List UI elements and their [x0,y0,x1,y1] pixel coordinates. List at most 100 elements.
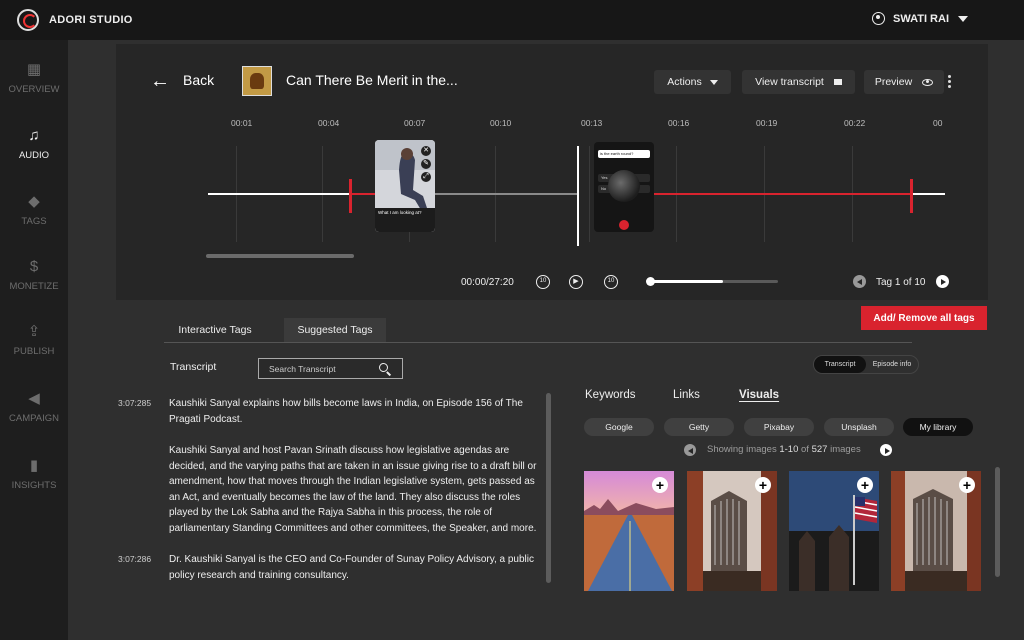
rewind-10-icon[interactable]: 10 [536,275,550,289]
timeline-tick: 00:22 [844,118,866,128]
transcript-paragraph: Kaushiki Sanyal and host Pavan Srinath d… [169,445,537,534]
transcript-info-toggle[interactable]: Transcript Episode info [813,355,919,374]
more-options-icon[interactable] [948,75,951,90]
sidebar-item-tags[interactable]: ◆ TAGS [0,193,68,228]
showing-total: 527 [811,444,828,455]
add-image-button[interactable]: + [857,477,873,493]
timeline-tick: 00:16 [668,118,690,128]
back-arrow-icon[interactable]: ← [150,71,170,91]
playback-progress[interactable] [646,277,778,286]
flag-bridge-image[interactable]: + [789,471,879,591]
next-images-button[interactable] [880,444,892,456]
globe-image [608,170,640,202]
prev-images-button[interactable] [684,444,696,456]
adori-logo-icon[interactable] [17,9,39,31]
search-icon[interactable] [379,363,388,372]
sidebar-item-monetize[interactable]: $ MONETIZE [0,259,68,293]
showing-range: 1-10 [779,444,799,455]
tab-links[interactable]: Links [673,389,700,401]
chevron-down-icon [958,15,968,22]
edit-icon[interactable]: ✎ [421,159,431,169]
forward-10-icon[interactable]: 10 [604,275,618,289]
top-bar: ADORI STUDIO SWATI RAI [0,0,1024,40]
tag-range-track[interactable] [653,193,911,195]
preview-button[interactable]: Preview [864,70,944,94]
showing-prefix: Showing images [707,444,780,455]
link-icon[interactable]: ⤢ [421,172,431,182]
timeline-track [913,193,945,195]
chevron-down-icon [709,79,718,85]
timeline-tick: 00:13 [581,118,603,128]
preview-label: Preview [874,76,913,88]
add-image-button[interactable]: + [652,477,668,493]
user-menu[interactable]: SWATI RAI [871,12,968,25]
tag-range-track[interactable] [434,193,578,195]
add-image-button[interactable]: + [959,477,975,493]
images-scrollbar[interactable] [995,467,1000,577]
source-my-library[interactable]: My library [903,418,973,436]
toggle-episode-info[interactable]: Episode info [866,356,918,373]
grid-icon: ▦ [26,61,42,78]
next-tag-button[interactable] [936,275,949,288]
episode-title: Can There Be Merit in the... [286,72,458,88]
bridge-image[interactable]: + [687,471,777,591]
actions-button[interactable]: Actions [654,70,731,94]
playhead[interactable] [577,146,579,246]
sidebar-item-publish[interactable]: ⇪ PUBLISH [0,324,68,358]
bar-chart-icon: ▮ [29,457,39,474]
tag-end-handle[interactable] [910,179,913,213]
timeline-tick: 00:07 [404,118,426,128]
sidebar-item-label: AUDIO [18,150,50,161]
source-pixabay[interactable]: Pixabay [744,418,814,436]
source-unsplash[interactable]: Unsplash [824,418,894,436]
tab-suggested-tags[interactable]: Suggested Tags [284,318,386,342]
record-icon [619,220,629,230]
close-icon[interactable]: ✕ [421,146,431,156]
play-button[interactable]: ▶ [569,275,583,289]
tag-range-track[interactable] [351,193,375,195]
sidebar-item-overview[interactable]: ▦ OVERVIEW [0,61,68,96]
timeline-tick: 00 [933,118,943,128]
tag-card-image[interactable]: ✕ ✎ ⤢ What I am looking at? [375,140,435,232]
source-google[interactable]: Google [584,418,654,436]
tag-card-caption: What I am looking at? [378,210,422,215]
tab-keywords[interactable]: Keywords [585,389,636,401]
progress-fill [648,280,724,283]
tag-start-handle[interactable] [349,179,352,213]
timeline-tick: 00:19 [756,118,778,128]
add-remove-all-tags-button[interactable]: Add/ Remove all tags [861,306,987,330]
toggle-transcript[interactable]: Transcript [814,356,866,373]
prev-tag-button[interactable] [853,275,866,288]
poll-question: is the earth round? [598,150,650,158]
sidebar-item-label: MONETIZE [9,281,59,292]
view-transcript-button[interactable]: View transcript [742,70,855,94]
tag-icon: ◆ [28,193,40,210]
megaphone-icon: ◀ [28,390,40,407]
timeline-tick: 00:10 [490,118,512,128]
poll-tag-card[interactable]: is the earth round? Yes No [594,142,654,232]
episode-thumbnail [242,66,272,96]
sidebar-item-label: OVERVIEW [8,84,60,95]
add-image-button[interactable]: + [755,477,771,493]
sidebar-item-label: PUBLISH [13,346,55,357]
progress-knob[interactable] [646,277,655,286]
playback-time: 00:00/27:20 [461,277,514,288]
source-getty[interactable]: Getty [664,418,734,436]
road-desert-image[interactable]: + [584,471,674,591]
eye-icon [922,78,934,86]
transcript-scrollbar[interactable] [546,393,551,583]
timeline-scrollbar[interactable] [206,254,354,258]
back-button[interactable]: Back [183,72,214,88]
sidebar-item-campaign[interactable]: ◀ CAMPAIGN [0,390,68,425]
sidebar-item-insights[interactable]: ▮ INSIGHTS [0,457,68,492]
search-transcript[interactable] [258,358,403,379]
search-input[interactable] [269,362,379,376]
view-transcript-label: View transcript [755,76,824,88]
tab-visuals[interactable]: Visuals [739,389,779,401]
tab-interactive-tags[interactable]: Interactive Tags [170,318,260,342]
transcript-timestamp[interactable]: 3:07:286 [118,554,151,564]
bridge-image-2[interactable]: + [891,471,981,591]
transcript-timestamp[interactable]: 3:07:285 [118,398,151,408]
sidebar-item-audio[interactable]: ♫ AUDIO [0,128,68,162]
brand-name: ADORI STUDIO [49,14,133,26]
